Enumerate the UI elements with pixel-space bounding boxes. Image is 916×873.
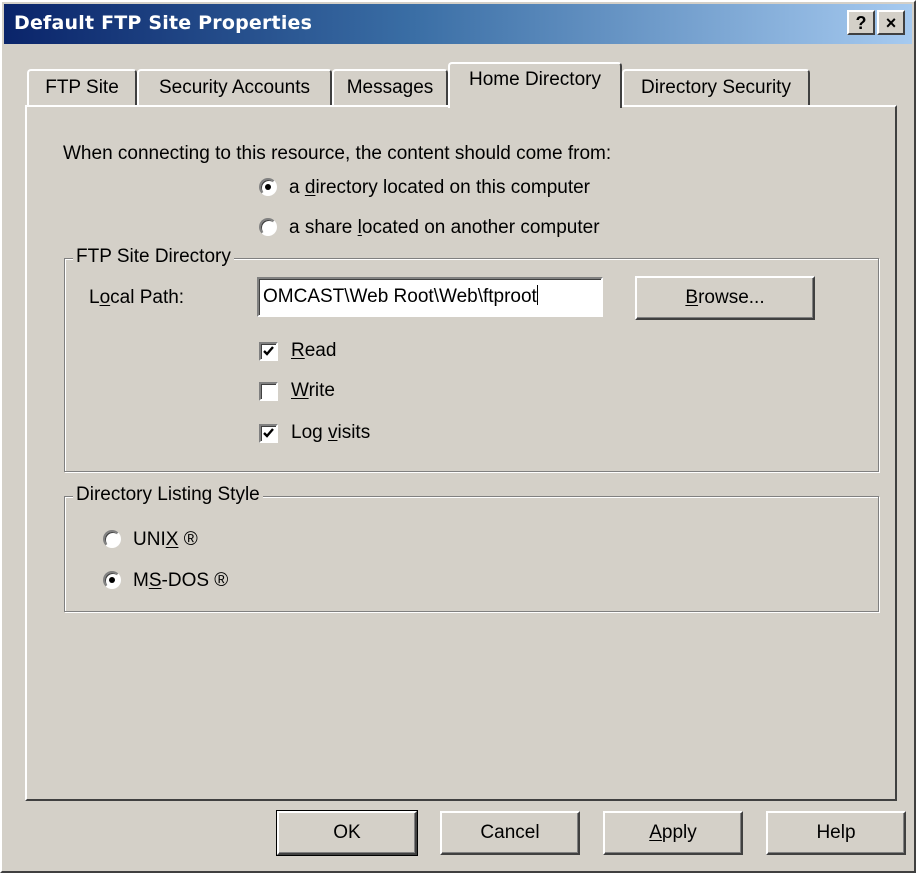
radio-network-share-label[interactable]: a share located on another computer (289, 217, 600, 239)
tab-label: Home Directory (469, 69, 601, 90)
ftp-site-directory-legend: FTP Site Directory (73, 246, 234, 268)
tab-security-accounts[interactable]: Security Accounts (137, 69, 332, 105)
checkbox-write-label[interactable]: Write (291, 380, 335, 402)
radio-network-share[interactable] (259, 218, 277, 236)
window-title: Default FTP Site Properties (14, 12, 313, 34)
close-icon[interactable]: × (877, 10, 905, 35)
tab-label: FTP Site (45, 77, 119, 98)
browse-button[interactable]: Browse... (635, 276, 815, 320)
apply-button[interactable]: Apply (603, 811, 743, 855)
properties-dialog: Default FTP Site Properties ? × FTP Site… (0, 0, 916, 873)
tab-label: Security Accounts (158, 77, 311, 98)
tab-directory-security[interactable]: Directory Security (622, 69, 810, 105)
local-path-label: Local Path: (89, 287, 185, 308)
cancel-button[interactable]: Cancel (440, 811, 580, 855)
tab-home-directory[interactable]: Home Directory (448, 62, 622, 108)
checkbox-log-visits-label[interactable]: Log visits (291, 422, 370, 444)
tab-label: Directory Security (641, 77, 791, 98)
tab-panel-home-directory: When connecting to this resource, the co… (25, 105, 897, 801)
title-bar: Default FTP Site Properties ? × (4, 4, 912, 44)
ok-button[interactable]: OK (276, 810, 418, 856)
radio-ms-dos-label[interactable]: MS-DOS ® (133, 570, 228, 592)
tab-ftp-site[interactable]: FTP Site (27, 69, 137, 105)
directory-listing-style-group (64, 496, 879, 612)
tab-label: Messages (346, 77, 434, 98)
radio-local-directory[interactable] (259, 178, 277, 196)
radio-unix[interactable] (103, 530, 121, 548)
tab-messages[interactable]: Messages (332, 69, 448, 105)
radio-unix-label[interactable]: UNIX ® (133, 529, 198, 551)
checkbox-log-visits[interactable] (259, 424, 278, 443)
checkbox-write[interactable] (259, 382, 278, 401)
checkbox-read-label[interactable]: Read (291, 340, 336, 362)
content-source-prompt: When connecting to this resource, the co… (63, 143, 612, 164)
local-path-input[interactable]: OMCAST\Web Root\Web\ftproot (257, 277, 603, 317)
help-icon[interactable]: ? (847, 10, 875, 35)
radio-local-directory-label[interactable]: a directory located on this computer (289, 177, 590, 199)
directory-listing-style-legend: Directory Listing Style (73, 484, 263, 506)
radio-ms-dos[interactable] (103, 571, 121, 589)
help-button[interactable]: Help (766, 811, 906, 855)
checkbox-read[interactable] (259, 342, 278, 361)
